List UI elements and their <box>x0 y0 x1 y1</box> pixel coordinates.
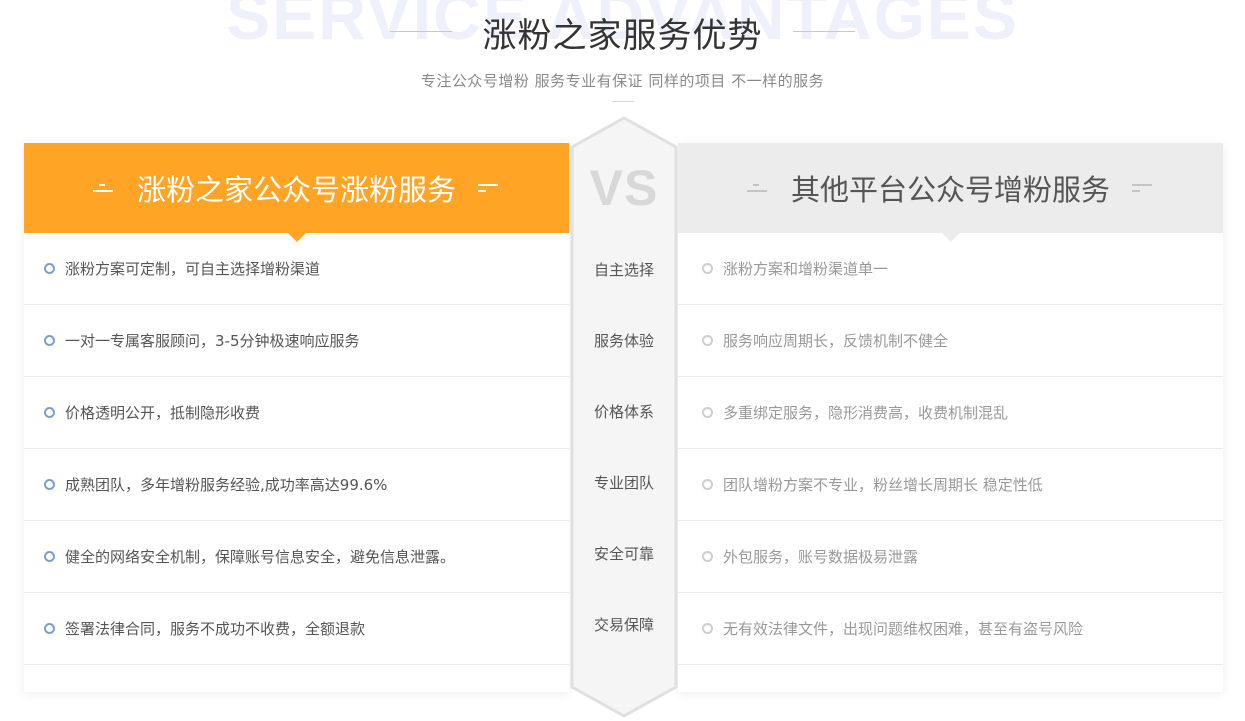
bullet-circle-icon <box>702 551 713 562</box>
list-item: 健全的网络安全机制，保障账号信息安全，避免信息泄露。 <box>24 521 569 593</box>
item-text: 多重绑定服务，隐形消费高，收费机制混乱 <box>723 404 1009 422</box>
zhangfen-panel-title: 涨粉之家公众号涨粉服务 <box>136 173 456 207</box>
bullet-circle-icon <box>702 623 713 634</box>
list-item: 一对一专属客服顾问，3-5分钟极速响应服务 <box>24 305 569 377</box>
list-item: 多重绑定服务，隐形消费高，收费机制混乱 <box>678 377 1223 449</box>
item-text: 健全的网络安全机制，保障账号信息安全，避免信息泄露。 <box>65 548 456 566</box>
item-text: 价格透明公开，抵制隐形收费 <box>65 404 261 422</box>
zhangfen-service-panel: 涨粉之家公众号涨粉服务 涨粉方案可定制，可自主选择增粉渠道 一对一专属客服顾问，… <box>24 143 569 692</box>
item-text: 成熟团队，多年增粉服务经验,成功率高达99.6% <box>65 476 388 494</box>
list-item: 签署法律合同，服务不成功不收费，全额退款 <box>24 593 569 665</box>
page-subtitle: 专注公众号增粉 服务专业有保证 同样的项目 不一样的服务 <box>420 72 825 90</box>
other-panel-title: 其他平台公众号增粉服务 <box>790 173 1110 207</box>
item-text: 签署法律合同，服务不成功不收费，全额退款 <box>65 620 366 638</box>
header-deco-right-icon <box>1132 181 1154 195</box>
vs-label: VS <box>589 160 659 216</box>
list-item: 无有效法律文件，出现问题维权困难，甚至有盗号风险 <box>678 593 1223 665</box>
header-deco-right-icon <box>478 181 500 195</box>
category-label: 交易保障 <box>593 616 654 634</box>
vs-comparison-column: VS 自主选择 服务体验 价格体系 专业团队 安全可靠 交易保障 <box>568 116 680 718</box>
category-label: 服务体验 <box>593 332 654 350</box>
bullet-circle-icon <box>702 335 713 346</box>
bullet-circle-icon <box>702 407 713 418</box>
list-item: 涨粉方案和增粉渠道单一 <box>678 233 1223 305</box>
header-deco-left-icon <box>746 181 769 195</box>
item-text: 涨粉方案和增粉渠道单一 <box>723 260 889 278</box>
item-text: 团队增粉方案不专业，粉丝增长周期长 稳定性低 <box>723 476 1043 494</box>
subtitle-underline <box>612 101 634 102</box>
bullet-circle-icon <box>44 479 55 490</box>
page-title: 涨粉之家服务优势 <box>482 16 763 56</box>
other-panel-header: 其他平台公众号增粉服务 <box>678 143 1223 242</box>
bullet-circle-icon <box>44 263 55 274</box>
bullet-circle-icon <box>702 479 713 490</box>
list-item: 团队增粉方案不专业，粉丝增长周期长 稳定性低 <box>678 449 1223 521</box>
list-item: 服务响应周期长，反馈机制不健全 <box>678 305 1223 377</box>
list-item: 涨粉方案可定制，可自主选择增粉渠道 <box>24 233 569 305</box>
category-label: 自主选择 <box>593 261 654 279</box>
list-item: 外包服务，账号数据极易泄露 <box>678 521 1223 593</box>
list-item: 价格透明公开，抵制隐形收费 <box>24 377 569 449</box>
bullet-circle-icon <box>44 335 55 346</box>
bullet-circle-icon <box>44 407 55 418</box>
item-text: 外包服务，账号数据极易泄露 <box>723 548 919 566</box>
bullet-circle-icon <box>44 623 55 634</box>
category-label: 安全可靠 <box>593 545 654 563</box>
item-text: 无有效法律文件，出现问题维权困难，甚至有盗号风险 <box>723 620 1084 638</box>
category-label: 价格体系 <box>593 403 654 421</box>
list-item: 成熟团队，多年增粉服务经验,成功率高达99.6% <box>24 449 569 521</box>
bullet-circle-icon <box>44 551 55 562</box>
item-text: 一对一专属客服顾问，3-5分钟极速响应服务 <box>65 332 360 350</box>
zhangfen-panel-header: 涨粉之家公众号涨粉服务 <box>24 143 569 242</box>
header-deco-left-icon <box>92 181 115 195</box>
bullet-circle-icon <box>702 263 713 274</box>
item-text: 服务响应周期长，反馈机制不健全 <box>723 332 949 350</box>
item-text: 涨粉方案可定制，可自主选择增粉渠道 <box>65 260 321 278</box>
other-platform-panel: 其他平台公众号增粉服务 涨粉方案和增粉渠道单一 服务响应周期长，反馈机制不健全 … <box>678 143 1223 692</box>
category-label: 专业团队 <box>593 474 654 492</box>
